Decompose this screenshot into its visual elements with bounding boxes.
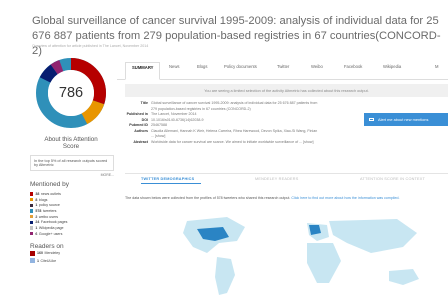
tab-more[interactable]: M	[435, 64, 439, 69]
left-sidebar: 786 About this Attention Score In the to…	[30, 56, 114, 265]
mention-swatch-icon	[30, 197, 34, 202]
mention-count: 38	[35, 191, 40, 196]
tab-weibo[interactable]: Weibo	[311, 64, 323, 69]
article-metadata: Title Global surveillance of cancer survi…	[125, 101, 325, 145]
mention-count: 6	[35, 231, 38, 236]
reader-label: CiteULike	[40, 258, 57, 263]
mention-label: blogs	[38, 197, 48, 202]
mention-count: 2	[35, 214, 38, 219]
tab-news[interactable]: News	[169, 64, 179, 69]
score-rank-box: In the top 5% of all research outputs sc…	[30, 155, 114, 171]
demographics-subtabs: TWITTER DEMOGRAPHICS MENDELEY READERS AT…	[125, 173, 448, 184]
tab-wikipedia[interactable]: Wikipedia	[383, 64, 401, 69]
world-map[interactable]	[157, 213, 437, 298]
page-header: Global surveillance of cancer survival 1…	[0, 0, 448, 57]
reader-item[interactable]: 160 Mendeley	[30, 250, 114, 258]
readers-heading: Readers on	[30, 242, 64, 250]
reader-count: 160	[37, 251, 43, 256]
tab-facebook[interactable]: Facebook	[344, 64, 362, 69]
twitter-note-text: The data shown below were collected from…	[125, 196, 291, 200]
tab-twitter[interactable]: Twitter	[277, 64, 289, 69]
more-link[interactable]: MORE...	[30, 173, 114, 177]
mention-count: 578	[35, 208, 42, 213]
main-panel: SUMMARY News Blogs Policy documents Twit…	[117, 56, 448, 298]
mention-item[interactable]: 6 Google+ users	[30, 231, 114, 237]
mention-swatch-icon	[30, 231, 34, 236]
reader-count: 1	[37, 258, 39, 263]
mention-label: Google+ users	[38, 231, 63, 236]
mentioned-by-heading: Mentioned by	[30, 181, 70, 188]
reader-swatch-icon	[30, 250, 35, 256]
altmetric-donut[interactable]: 786	[36, 58, 106, 128]
metadata-value: Worldwide data for cancer survival are s…	[151, 139, 314, 144]
mention-count: 1	[35, 203, 38, 208]
mention-swatch-icon	[30, 209, 34, 213]
mentions-list: 38 news outlets 8 blogs 1 policy source 578 twe…	[30, 191, 114, 237]
mention-swatch-icon	[30, 214, 34, 219]
mention-count: 8	[35, 197, 38, 202]
mention-swatch-icon	[30, 203, 34, 207]
mention-swatch-icon	[30, 226, 34, 230]
envelope-icon	[369, 117, 374, 122]
metadata-row: Title Global surveillance of cancer survi…	[125, 101, 325, 112]
mention-label: tweeters	[42, 208, 57, 213]
attention-score: 786	[58, 85, 84, 101]
alert-me-label: Alert me about new mentions	[378, 117, 429, 122]
alert-me-button[interactable]: Alert me about new mentions	[364, 113, 448, 126]
metadata-key: Title	[140, 101, 148, 105]
mention-label: policy source	[38, 203, 60, 208]
metadata-row: Authors Claudia Allemani, Hannah K Weir, …	[125, 129, 325, 140]
reader-item[interactable]: 1 CiteULike	[30, 257, 114, 265]
mention-count: 24	[35, 220, 40, 225]
active-subtab-indicator	[141, 182, 201, 184]
metadata-value: Global surveillance of cancer survival 1…	[151, 101, 318, 111]
article-subtitle: Overview of attention for article publis…	[32, 44, 149, 48]
tab-bar: SUMMARY News Blogs Policy documents Twit…	[117, 56, 448, 80]
reader-label: Mendeley	[44, 251, 61, 256]
metadata-row: Abstract Worldwide data for cancer surviv…	[125, 140, 325, 146]
metadata-key: Authors	[134, 128, 148, 133]
mention-count: 1	[35, 225, 38, 230]
reader-swatch-icon	[30, 258, 35, 264]
mention-label: Facebook pages	[40, 220, 68, 225]
mention-swatch-icon	[30, 192, 34, 196]
subtab-mendeley-readers[interactable]: MENDELEY READERS	[255, 177, 298, 181]
subtab-attention-score[interactable]: ATTENTION SCORE IN CONTEXT	[360, 177, 425, 181]
tab-summary[interactable]: SUMMARY	[125, 62, 161, 80]
mention-label: weibo users	[38, 214, 59, 219]
mention-swatch-icon	[30, 220, 34, 224]
metadata-key: Abstract	[133, 139, 148, 144]
mention-label: Wikipedia page	[38, 225, 64, 230]
twitter-note-link[interactable]: Click here to find out more about how th…	[291, 196, 399, 200]
article-title: Global surveillance of cancer survival 1…	[32, 15, 441, 57]
metadata-value: Claudia Allemani, Hannah K Weir, Helena …	[151, 128, 318, 139]
tab-policy-documents[interactable]: Policy documents	[224, 64, 257, 69]
twitter-demographics-note: The data shown below were collected from…	[125, 196, 448, 201]
readers-list: 160 Mendeley 1 CiteULike	[30, 250, 114, 265]
about-score-label[interactable]: About this Attention Score	[36, 136, 106, 150]
subtab-twitter-demographics[interactable]: TWITTER DEMOGRAPHICS	[141, 177, 194, 181]
mention-label: news outlets	[40, 191, 61, 196]
tab-blogs[interactable]: Blogs	[197, 64, 207, 69]
limited-selection-notice: You are seeing a limited selection of th…	[125, 84, 448, 97]
